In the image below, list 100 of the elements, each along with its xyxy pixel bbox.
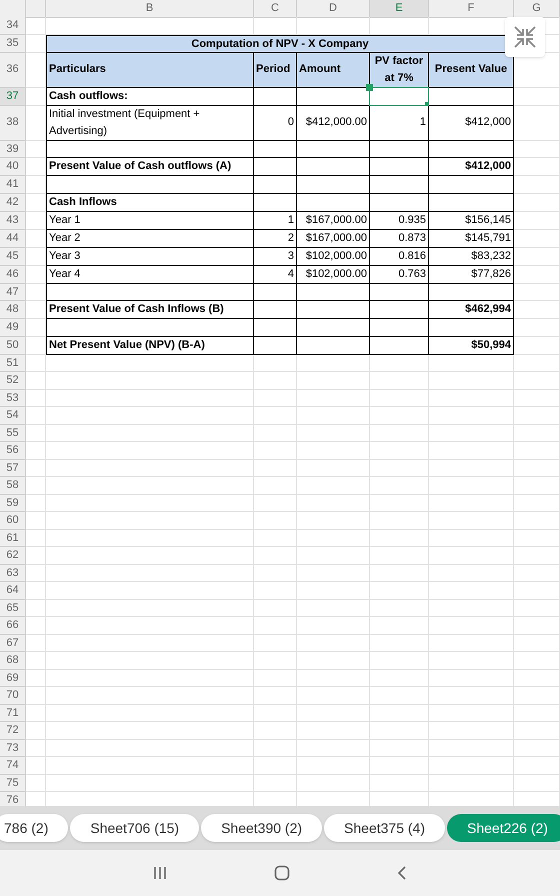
grid-cell — [26, 757, 46, 774]
row-header[interactable]: 65 — [0, 600, 26, 617]
row-header[interactable]: 39 — [0, 140, 26, 158]
grid-cell — [514, 460, 560, 477]
row-header[interactable]: 58 — [0, 477, 26, 494]
grid-cell — [514, 319, 560, 336]
back-icon[interactable] — [396, 865, 407, 881]
sheet-tab[interactable]: Sheet226 (2) — [447, 814, 560, 842]
row-header[interactable]: 37 — [0, 88, 26, 106]
grid-cell — [370, 774, 429, 792]
column-header[interactable]: D — [297, 0, 370, 18]
grid-cell — [26, 372, 46, 390]
grid-cell — [514, 530, 560, 547]
row-header[interactable]: 46 — [0, 266, 26, 284]
grid-cell — [254, 774, 297, 792]
sheet-tab[interactable]: Sheet390 (2) — [201, 814, 322, 842]
table-cell: 0.935 — [370, 212, 429, 230]
row-header[interactable]: 62 — [0, 547, 26, 564]
table-cell: 0.763 — [370, 266, 429, 284]
grid-cell — [514, 512, 560, 530]
grid-cell — [254, 407, 297, 424]
grid-cell — [26, 477, 46, 494]
grid-cell — [254, 670, 297, 687]
row-header[interactable]: 38 — [0, 106, 26, 140]
grid-cell — [514, 390, 560, 407]
row-header[interactable]: 49 — [0, 319, 26, 336]
row-header[interactable]: 60 — [0, 512, 26, 530]
table-cell: Present Value of Cash Inflows (B) — [46, 301, 254, 319]
row-header[interactable]: 35 — [0, 34, 26, 52]
table-cell: $167,000.00 — [297, 230, 370, 248]
table-cell: 4 — [254, 266, 297, 284]
row-header[interactable]: 41 — [0, 176, 26, 194]
column-heading: PV factor at 7% — [370, 52, 429, 88]
grid-cell — [370, 634, 429, 652]
sheet-tab[interactable]: Sheet706 (15) — [70, 814, 200, 842]
row-header[interactable]: 73 — [0, 740, 26, 757]
row-header[interactable]: 67 — [0, 634, 26, 652]
row-header[interactable]: 72 — [0, 722, 26, 740]
grid-cell — [370, 722, 429, 740]
recent-apps-icon[interactable] — [153, 866, 168, 880]
row-header[interactable]: 76 — [0, 792, 26, 806]
column-header[interactable]: C — [254, 0, 297, 18]
grid-cell — [370, 617, 429, 634]
row-header[interactable]: 59 — [0, 494, 26, 512]
table-cell: 0 — [254, 106, 297, 140]
column-header[interactable]: F — [429, 0, 514, 18]
row-header[interactable]: 61 — [0, 530, 26, 547]
row-header[interactable]: 69 — [0, 670, 26, 687]
grid-cell — [26, 564, 46, 582]
row-header[interactable]: 34 — [0, 17, 26, 34]
grid-cell — [26, 740, 46, 757]
grid-cell — [370, 740, 429, 757]
column-header[interactable]: G — [514, 0, 560, 18]
sheet-tab[interactable]: Sheet375 (4) — [324, 814, 445, 842]
row-header[interactable]: 47 — [0, 284, 26, 301]
row-header[interactable]: 40 — [0, 158, 26, 176]
grid-cell — [26, 617, 46, 634]
grid-cell — [254, 530, 297, 547]
table-cell: 0.873 — [370, 230, 429, 248]
row-header[interactable]: 64 — [0, 582, 26, 600]
grid-cell — [26, 722, 46, 740]
row-header[interactable]: 75 — [0, 774, 26, 792]
grid-cell — [26, 547, 46, 564]
column-header[interactable]: B — [46, 0, 254, 18]
row-header[interactable]: 53 — [0, 390, 26, 407]
row-header[interactable]: 51 — [0, 354, 26, 372]
row-header[interactable]: 57 — [0, 460, 26, 477]
sheet-tab[interactable]: 786 (2) — [0, 814, 68, 842]
grid-cell — [254, 424, 297, 442]
collapse-button[interactable] — [505, 17, 545, 57]
row-header[interactable]: 36 — [0, 52, 26, 88]
row-header[interactable]: 66 — [0, 617, 26, 634]
row-header[interactable]: 52 — [0, 372, 26, 390]
row-header[interactable]: 50 — [0, 336, 26, 354]
row-header[interactable]: 44 — [0, 230, 26, 248]
grid-cell — [26, 687, 46, 704]
row-header[interactable]: 56 — [0, 442, 26, 460]
row-header[interactable]: 45 — [0, 248, 26, 266]
row-header[interactable]: 68 — [0, 652, 26, 670]
row-header[interactable]: 42 — [0, 194, 26, 212]
table-cell: $412,000 — [429, 158, 514, 176]
row-header[interactable]: 55 — [0, 424, 26, 442]
row-header[interactable]: 63 — [0, 564, 26, 582]
table-cell: Year 1 — [46, 212, 254, 230]
grid-cell — [254, 740, 297, 757]
row-header[interactable]: 54 — [0, 407, 26, 424]
row-header[interactable]: 43 — [0, 212, 26, 230]
table-cell — [254, 319, 297, 336]
grid-cell — [370, 372, 429, 390]
grid-cell — [514, 284, 560, 301]
row-header[interactable]: 71 — [0, 704, 26, 722]
home-icon[interactable] — [274, 865, 290, 881]
grid-cell — [514, 740, 560, 757]
table-cell: Net Present Value (NPV) (B-A) — [46, 336, 254, 354]
grid-cell — [254, 582, 297, 600]
grid-cell — [254, 722, 297, 740]
row-header[interactable]: 48 — [0, 301, 26, 319]
row-header[interactable]: 74 — [0, 757, 26, 774]
row-header[interactable]: 70 — [0, 687, 26, 704]
column-header[interactable]: E — [370, 0, 429, 18]
